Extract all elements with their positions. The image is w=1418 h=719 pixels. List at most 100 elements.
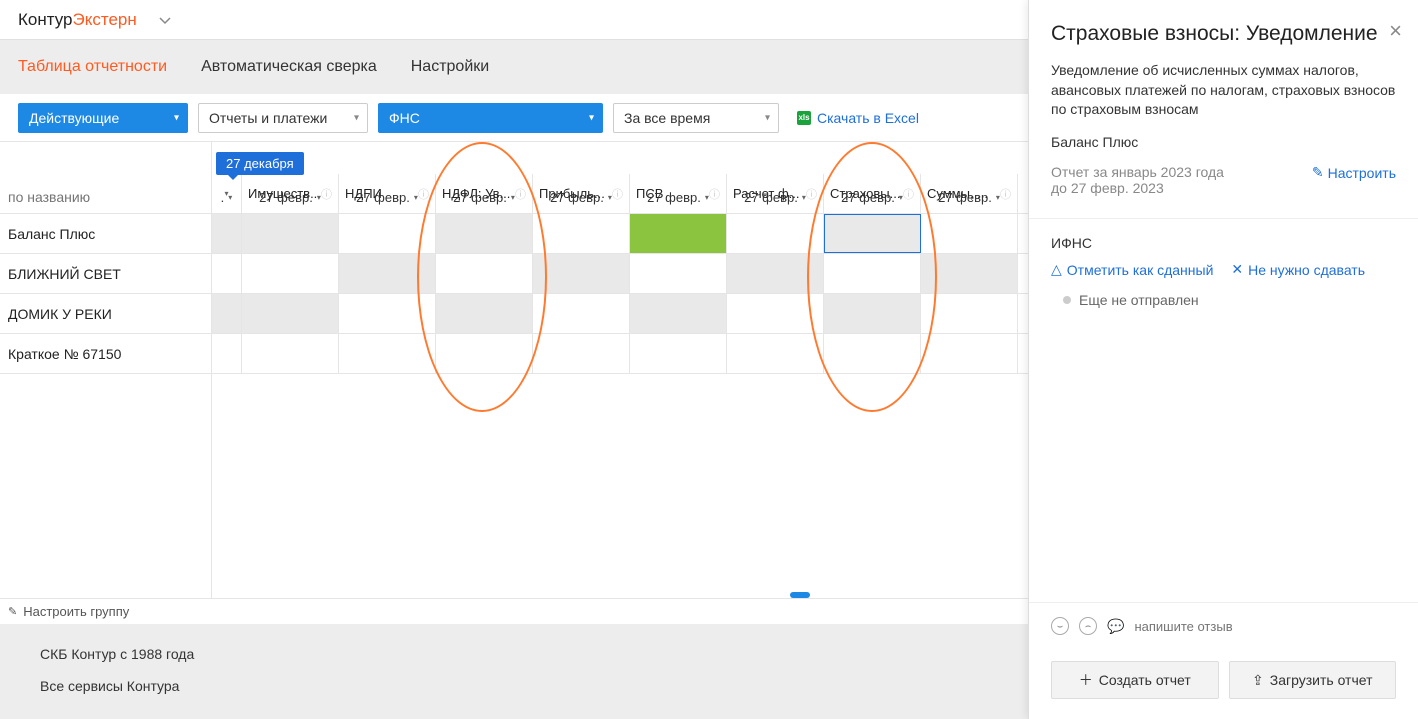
tab-auto-reconcile[interactable]: Автоматическая сверка — [201, 58, 377, 76]
cell[interactable] — [727, 254, 824, 293]
cell[interactable] — [824, 254, 921, 293]
feedback-bar: ⌣ ⌢ 💬 — [1029, 602, 1418, 649]
subheader-cell[interactable]: 27 февр. ▾ — [727, 182, 824, 213]
tab-settings[interactable]: Настройки — [411, 58, 489, 76]
filter-agency[interactable]: ФНС ▾ — [378, 103, 603, 133]
cell[interactable] — [533, 294, 630, 333]
date-label: 27 февр. — [841, 190, 895, 205]
company-name-filter[interactable] — [8, 189, 203, 205]
cell[interactable] — [242, 254, 339, 293]
subheader-cell[interactable]: 27 февр.▾ — [339, 182, 436, 213]
status-label: Еще не отправлен — [1079, 292, 1199, 308]
company-row[interactable]: Краткое № 67150 — [0, 334, 211, 374]
configure-link[interactable]: ✎ Настроить — [1312, 164, 1396, 181]
cell[interactable] — [630, 294, 727, 333]
date-label: 27 февр. — [647, 190, 701, 205]
cell[interactable] — [921, 294, 1018, 333]
cell[interactable] — [921, 334, 1018, 373]
panel-title: Страховые взносы: Уведомление — [1051, 20, 1396, 47]
product-switcher[interactable] — [151, 8, 179, 32]
section-title: ИФНС — [1051, 235, 1396, 251]
cell[interactable] — [339, 294, 436, 333]
chevron-down-icon: ▾ — [414, 193, 418, 202]
cell-selected[interactable] — [824, 214, 921, 253]
panel-buttons: ＋ Создать отчет ⇪ Загрузить отчет — [1029, 649, 1418, 719]
subheader-cell[interactable]: 27 февр.▾ — [921, 182, 1018, 213]
company-row[interactable]: БЛИЖНИЙ СВЕТ — [0, 254, 211, 294]
cell[interactable] — [824, 294, 921, 333]
logo[interactable]: КонтурЭкстерн — [18, 10, 137, 30]
cell[interactable] — [212, 254, 242, 293]
btn-label: Загрузить отчет — [1270, 672, 1373, 688]
date-label: 27 февр. — [744, 190, 798, 205]
smile-icon[interactable]: ⌣ — [1051, 617, 1069, 635]
chevron-down-icon: ▾ — [511, 193, 515, 202]
cell[interactable] — [436, 214, 533, 253]
tab-reporting-table[interactable]: Таблица отчетности — [18, 58, 167, 76]
cell-status-done[interactable] — [630, 214, 727, 253]
close-button[interactable]: × — [1389, 18, 1402, 44]
subheader-cell[interactable]: 27 февр.▾ — [630, 182, 727, 213]
chevron-down-icon: ▾ — [996, 193, 1000, 202]
chevron-down-icon: ▾ — [589, 112, 594, 123]
cell[interactable] — [727, 294, 824, 333]
excel-icon: xls — [797, 111, 811, 125]
filter-status-label: Действующие — [29, 110, 119, 126]
subheader-cell[interactable]: 27 февр.▾ — [436, 182, 533, 213]
feedback-input[interactable] — [1134, 619, 1396, 634]
subheader-cell[interactable]: 27 февр.▾ — [533, 182, 630, 213]
chevron-down-icon: ▾ — [765, 112, 770, 123]
cell[interactable] — [339, 214, 436, 253]
chevron-down-icon: ▾ — [354, 112, 359, 123]
create-report-button[interactable]: ＋ Создать отчет — [1051, 661, 1219, 699]
cell[interactable] — [242, 334, 339, 373]
cell[interactable] — [824, 334, 921, 373]
filter-type[interactable]: Отчеты и платежи ▾ — [198, 103, 368, 133]
group-settings-label: Настроить группу — [23, 604, 129, 619]
cell[interactable] — [436, 254, 533, 293]
mark-submitted-action[interactable]: △ Отметить как сданный — [1051, 261, 1213, 278]
pencil-icon: ✎ — [1312, 164, 1324, 181]
company-row[interactable]: Баланс Плюс — [0, 214, 211, 254]
cell[interactable] — [242, 294, 339, 333]
cell[interactable] — [436, 334, 533, 373]
action-label: Отметить как сданный — [1067, 262, 1214, 278]
speech-icon: 💬 — [1107, 618, 1124, 635]
download-excel[interactable]: xls Скачать в Excel — [797, 110, 919, 126]
cell[interactable] — [630, 334, 727, 373]
excel-label: Скачать в Excel — [817, 110, 919, 126]
date-tooltip: 27 декабря — [216, 152, 304, 175]
cell[interactable] — [727, 334, 824, 373]
subheader-cell[interactable]: 27 февр.▾ — [242, 182, 339, 213]
cell[interactable] — [533, 334, 630, 373]
pencil-icon: ✎ — [8, 605, 17, 618]
cell[interactable] — [630, 254, 727, 293]
cell[interactable] — [533, 254, 630, 293]
cell[interactable] — [212, 334, 242, 373]
subheader-cell[interactable]: . ▾ — [212, 182, 242, 213]
chevron-down-icon: ▾ — [228, 193, 232, 202]
filter-period[interactable]: За все время ▾ — [613, 103, 779, 133]
company-row[interactable]: ДОМИК У РЕКИ — [0, 294, 211, 334]
cell[interactable] — [533, 214, 630, 253]
chevron-down-icon: ▾ — [802, 193, 806, 202]
upload-icon: ⇪ — [1252, 672, 1264, 689]
cell[interactable] — [727, 214, 824, 253]
not-required-action[interactable]: ✕ Не нужно сдавать — [1231, 261, 1365, 278]
cell[interactable] — [339, 254, 436, 293]
cell[interactable] — [212, 214, 242, 253]
chevron-down-icon: ▾ — [608, 193, 612, 202]
chevron-down-icon — [159, 17, 171, 25]
upload-report-button[interactable]: ⇪ Загрузить отчет — [1229, 661, 1397, 699]
filter-status[interactable]: Действующие ▾ — [18, 103, 188, 133]
cell[interactable] — [921, 214, 1018, 253]
cell[interactable] — [242, 214, 339, 253]
cell[interactable] — [212, 294, 242, 333]
filter-period-label: За все время — [624, 110, 710, 126]
cell[interactable] — [436, 294, 533, 333]
subheader-cell[interactable]: 27 февр.▾ — [824, 182, 921, 213]
frown-icon[interactable]: ⌢ — [1079, 617, 1097, 635]
cell[interactable] — [339, 334, 436, 373]
panel-period-row: Отчет за январь 2023 года до 27 февр. 20… — [1029, 150, 1418, 200]
cell[interactable] — [921, 254, 1018, 293]
